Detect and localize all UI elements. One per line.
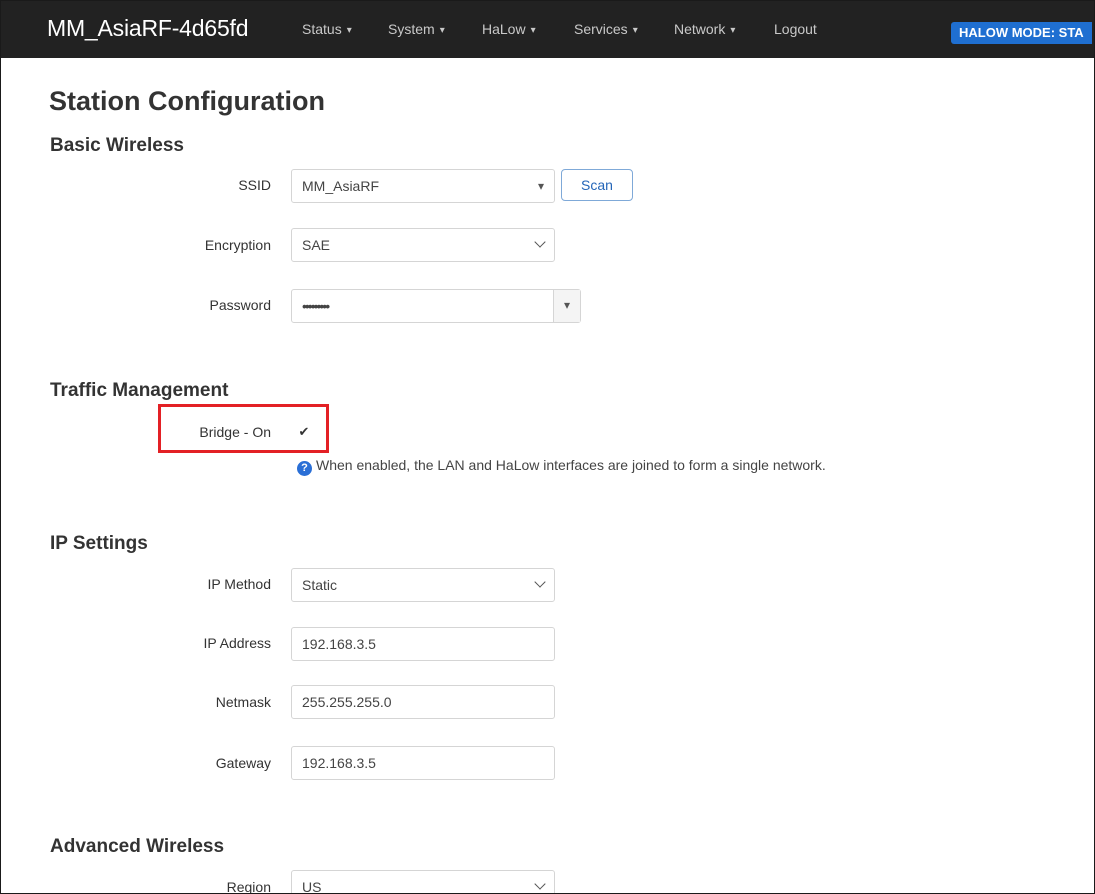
nav-network-label: Network [674,21,726,37]
region-select[interactable]: US [291,870,555,894]
nav-logout-link[interactable]: Logout [774,21,817,37]
nav-halow-label: HaLow [482,21,526,37]
nav-system-label: System [388,21,435,37]
top-navbar: MM_AsiaRF-4d65fd Status ▾ System ▾ HaLow ▾ … [1,1,1094,58]
app-frame: MM_AsiaRF-4d65fd Status ▾ System ▾ HaLow ▾ … [0,0,1095,894]
region-value: US [302,879,322,894]
encryption-value: SAE [302,237,331,253]
halow-mode-badge: HALOW MODE: STA [951,22,1092,44]
ip-address-label: IP Address [203,635,271,651]
check-mark-icon: ✔ [298,424,310,439]
caret-down-icon: ▾ [632,25,638,36]
traffic-management-heading: Traffic Management [50,380,229,401]
page-title: Station Configuration [49,86,325,116]
ip-address-value: 192.168.3.5 [302,636,376,652]
help-message: When enabled, the LAN and HaLow interfac… [316,457,826,473]
chevron-down-icon [534,576,546,588]
password-label: Password [209,297,271,313]
brand-title[interactable]: MM_AsiaRF-4d65fd [47,15,249,42]
ssid-value: MM_AsiaRF [302,178,380,194]
ssid-label: SSID [238,177,271,193]
netmask-value: 255.255.255.0 [302,694,392,710]
password-field[interactable]: ••••••••• ▾ [291,289,581,323]
nav-services-label: Services [574,21,628,37]
netmask-label: Netmask [215,694,271,710]
ssid-combobox[interactable]: MM_AsiaRF ▾ [291,169,555,203]
ip-method-value: Static [302,577,338,593]
password-value: ••••••••• [302,298,330,314]
netmask-field[interactable]: 255.255.255.0 [291,685,555,719]
caret-down-icon: ▾ [346,25,352,36]
ip-settings-heading: IP Settings [50,533,148,554]
caret-down-icon: ▾ [530,25,536,36]
nav-halow-menu[interactable]: HaLow ▾ [482,21,536,37]
region-label: Region [226,879,271,894]
caret-down-icon: ▾ [439,25,445,36]
chevron-down-icon [534,236,546,248]
chevron-down-icon [534,878,546,890]
bridge-label: Bridge - On [199,424,271,440]
nav-system-menu[interactable]: System ▾ [388,21,445,37]
encryption-label: Encryption [204,237,271,253]
scan-button[interactable]: Scan [561,169,633,201]
ip-address-field[interactable]: 192.168.3.5 [291,627,555,661]
question-circle-icon: ? [297,461,312,476]
advanced-wireless-heading: Advanced Wireless [50,836,225,857]
gateway-value: 192.168.3.5 [302,755,376,771]
nav-status-menu[interactable]: Status ▾ [302,21,352,37]
ip-method-select[interactable]: Static [291,568,555,602]
nav-status-label: Status [302,21,342,37]
bridge-help-text: ? When enabled, the LAN and HaLow interfa… [297,457,826,476]
gateway-field[interactable]: 192.168.3.5 [291,746,555,780]
ip-method-label: IP Method [207,576,271,592]
dropdown-arrow-icon[interactable]: ▾ [538,170,544,202]
password-reveal-toggle[interactable]: ▾ [553,290,580,322]
gateway-label: Gateway [215,755,271,771]
bridge-checkbox[interactable]: ✔ [295,423,313,441]
nav-network-menu[interactable]: Network ▾ [674,21,735,37]
encryption-select[interactable]: SAE [291,228,555,262]
caret-down-icon: ▾ [730,25,736,36]
basic-wireless-heading: Basic Wireless [50,135,184,156]
nav-services-menu[interactable]: Services ▾ [574,21,638,37]
